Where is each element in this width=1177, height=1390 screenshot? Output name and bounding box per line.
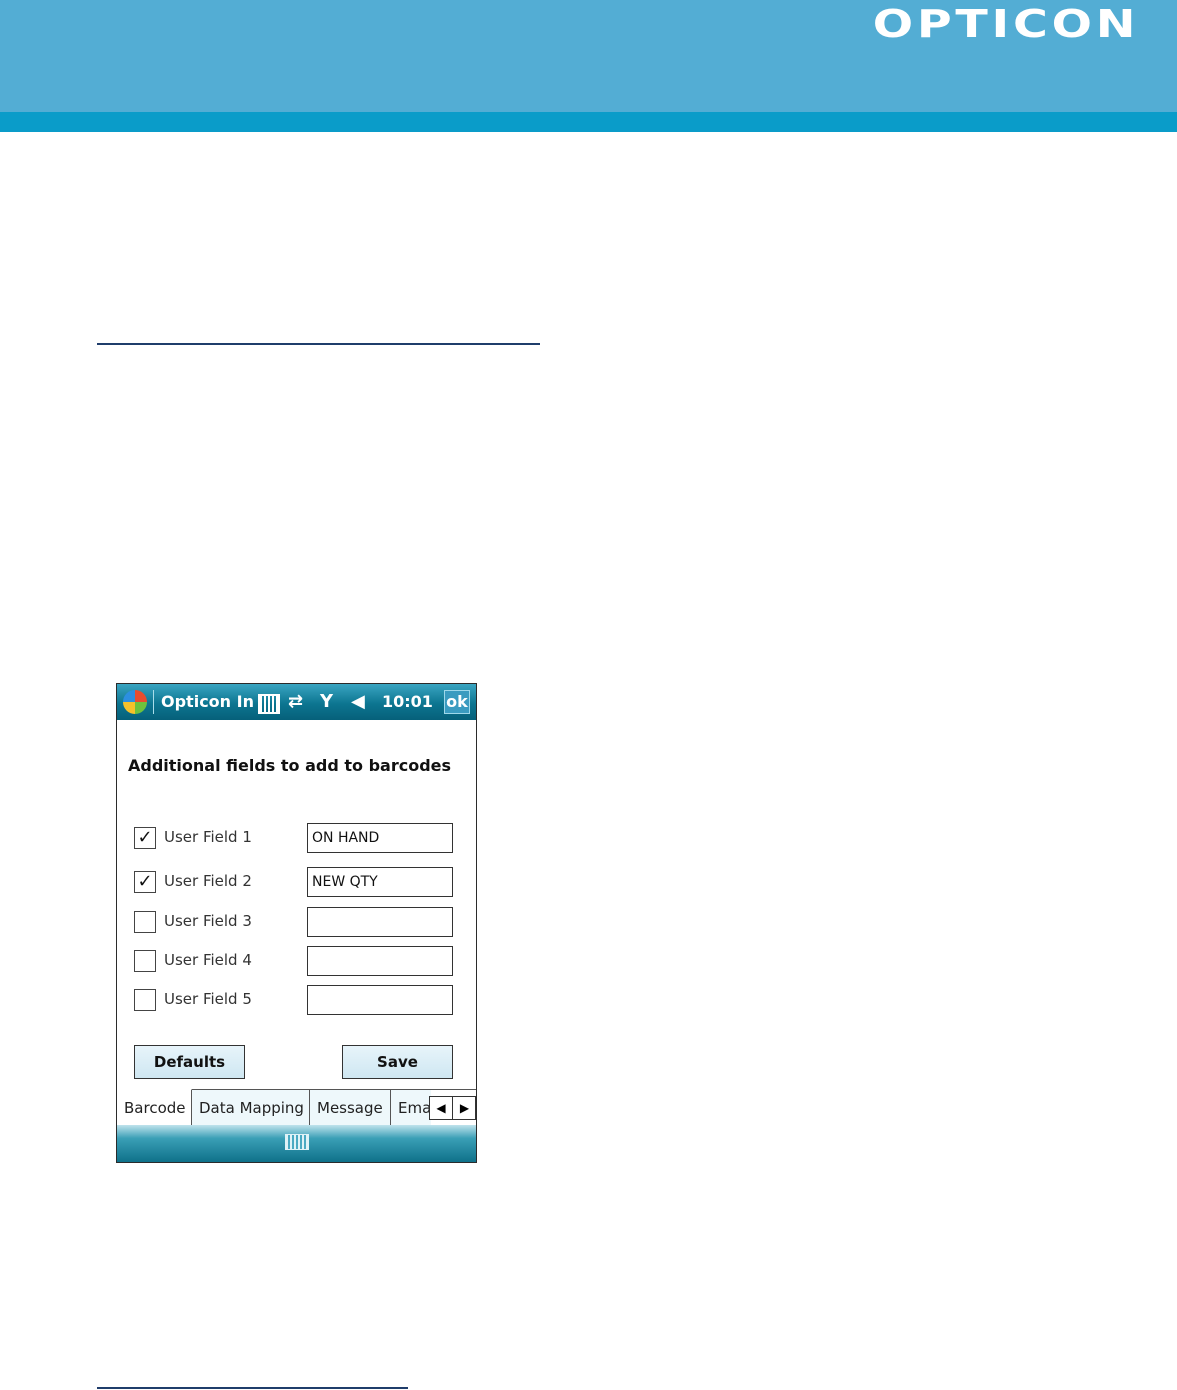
keyboard-icon[interactable] — [285, 1134, 309, 1150]
title-bar: Opticon In ⇄ Y ◀ 10:01 ok — [117, 684, 476, 720]
user-field-1-input[interactable] — [307, 823, 453, 853]
tab-scroll-arrows: ◀ ▶ — [429, 1096, 476, 1120]
windows-start-icon[interactable] — [123, 690, 147, 714]
tab-scroll-right-icon[interactable]: ▶ — [453, 1097, 476, 1119]
divider-line — [97, 343, 540, 345]
tab-data-mapping[interactable]: Data Mapping — [192, 1090, 310, 1126]
device-screen: Opticon In ⇄ Y ◀ 10:01 ok Additional fie… — [116, 683, 477, 1163]
user-field-5-input[interactable] — [307, 985, 453, 1015]
defaults-button[interactable]: Defaults — [134, 1045, 245, 1079]
user-field-2-label: User Field 2 — [164, 872, 252, 890]
save-button[interactable]: Save — [342, 1045, 453, 1079]
bottom-menu-bar — [117, 1125, 476, 1162]
volume-icon[interactable]: ◀ — [351, 684, 365, 720]
user-field-5-checkbox[interactable] — [134, 989, 156, 1011]
sync-icon[interactable]: ⇄ — [288, 684, 303, 720]
page-header: OPTICON — [0, 0, 1177, 112]
user-field-row: User Field 5 — [134, 985, 454, 1015]
tab-scroll-left-icon[interactable]: ◀ — [430, 1097, 453, 1119]
user-field-2-input[interactable] — [307, 867, 453, 897]
divider-line — [97, 1387, 408, 1389]
user-field-row: User Field 3 — [134, 907, 454, 937]
header-stripe — [0, 112, 1177, 132]
user-field-3-checkbox[interactable] — [134, 911, 156, 933]
form-heading: Additional fields to add to barcodes — [128, 756, 452, 775]
user-field-3-label: User Field 3 — [164, 912, 252, 930]
user-field-5-label: User Field 5 — [164, 990, 252, 1008]
title-separator — [153, 690, 154, 714]
clock-time[interactable]: 10:01 — [382, 684, 433, 720]
signal-off-icon[interactable]: Y — [320, 684, 333, 720]
user-field-row: ✓ User Field 2 — [134, 867, 454, 897]
user-field-2-checkbox[interactable]: ✓ — [134, 871, 156, 893]
user-field-1-checkbox[interactable]: ✓ — [134, 827, 156, 849]
app-title: Opticon In — [161, 692, 254, 711]
user-field-4-label: User Field 4 — [164, 951, 252, 969]
user-field-3-input[interactable] — [307, 907, 453, 937]
user-field-4-input[interactable] — [307, 946, 453, 976]
opticon-logo: OPTICON — [872, 2, 1139, 46]
user-field-row: User Field 4 — [134, 946, 454, 976]
tab-email[interactable]: Ema — [391, 1090, 431, 1126]
tab-message[interactable]: Message — [310, 1090, 391, 1126]
user-field-4-checkbox[interactable] — [134, 950, 156, 972]
user-field-1-label: User Field 1 — [164, 828, 252, 846]
ok-button[interactable]: ok — [444, 690, 470, 714]
tab-barcode[interactable]: Barcode — [117, 1089, 192, 1126]
tab-bar: Barcode Data Mapping Message Ema ◀ ▶ — [117, 1089, 476, 1126]
barcode-icon[interactable] — [258, 694, 280, 714]
user-field-row: ✓ User Field 1 — [134, 823, 454, 853]
